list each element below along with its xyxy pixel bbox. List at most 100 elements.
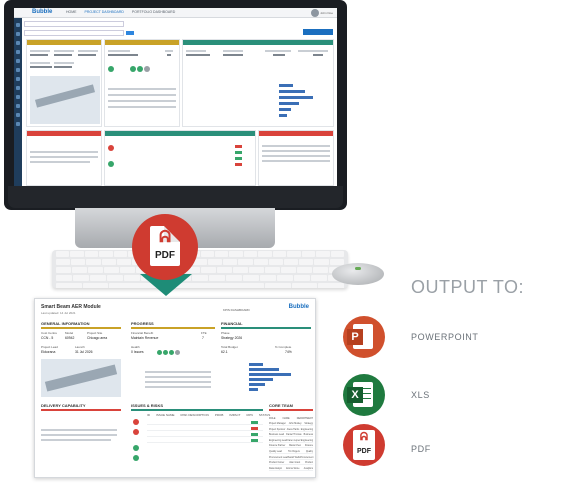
filter-chip[interactable] bbox=[126, 31, 134, 35]
section-team: CORE TEAM bbox=[269, 403, 313, 411]
table-row: Finance Partner Maria Chen Finance bbox=[269, 445, 313, 449]
dashboard-screen: Bubble HOME PROJECT DASHBOARD PORTFOLIO … bbox=[14, 8, 337, 186]
pdf-badge-label: PDF bbox=[155, 250, 175, 261]
financial-bar bbox=[249, 363, 263, 366]
team-cell: Product Owner bbox=[269, 462, 285, 465]
financial-bar bbox=[249, 368, 279, 371]
acrobat-icon: ᕱ bbox=[159, 229, 171, 246]
value-cost-centre: CCN - 5 bbox=[41, 336, 54, 340]
team-cell: Data Analyst bbox=[269, 467, 282, 470]
team-cell: Project Sponsor bbox=[269, 428, 286, 431]
value-total-budget: 62.1 bbox=[221, 350, 228, 354]
output-xls[interactable]: XLS bbox=[411, 390, 430, 400]
value-project-lead: Ekkorana bbox=[41, 350, 56, 354]
health-dot bbox=[169, 350, 174, 355]
report-title: Smart Beam AER Module bbox=[41, 304, 101, 310]
app-logo[interactable]: Bubble bbox=[32, 9, 52, 15]
table-row: Data Analyst Emma Stone Analytics bbox=[269, 468, 313, 471]
table-row: Project Sponsor Alexa Harris Engineering bbox=[269, 429, 313, 432]
section-delivery: DELIVERY CAPABILITY bbox=[41, 403, 121, 411]
app-header: Bubble HOME PROJECT DASHBOARD PORTFOLIO … bbox=[14, 8, 337, 18]
financial-bar bbox=[249, 383, 265, 386]
sidebar-icon[interactable] bbox=[16, 68, 20, 72]
export-button[interactable] bbox=[303, 29, 333, 35]
sidebar-icon[interactable] bbox=[16, 95, 20, 99]
col-rpn: RPN bbox=[246, 413, 253, 417]
team-cell: Engineering Lead bbox=[269, 439, 288, 442]
nav-project-dashboard[interactable]: PROJECT DASHBOARD bbox=[85, 10, 124, 14]
col-name: NAME bbox=[282, 417, 290, 420]
team-cell: Tim Rogers bbox=[287, 451, 300, 453]
sidebar-icon[interactable] bbox=[16, 86, 20, 90]
issues-panel bbox=[104, 130, 256, 186]
general-panel bbox=[26, 39, 102, 127]
app-nav: HOME PROJECT DASHBOARD PORTFOLIO DASHBOA… bbox=[66, 10, 175, 14]
value-model: 60942 bbox=[65, 336, 75, 340]
health-dot bbox=[157, 350, 162, 355]
label-total-budget: Total Budget bbox=[221, 345, 238, 349]
label-pct-complete: % Complete bbox=[275, 345, 292, 349]
table-row: Quality Lead Tim Rogers Quality bbox=[269, 451, 313, 454]
monitor: Bubble HOME PROJECT DASHBOARD PORTFOLIO … bbox=[4, 0, 347, 210]
col-prob: PROB bbox=[214, 413, 224, 417]
team-cell: Emma Stone bbox=[286, 467, 300, 470]
sidebar-icon[interactable] bbox=[16, 59, 20, 63]
team-cell: Sarah Wells bbox=[287, 456, 301, 459]
team-cell: Product bbox=[305, 462, 313, 465]
output-pdf[interactable]: PDF bbox=[411, 444, 431, 454]
output-powerpoint[interactable]: POWERPOINT bbox=[411, 332, 479, 342]
table-row bbox=[147, 426, 263, 431]
label-fte: FTE bbox=[201, 331, 207, 335]
col-role: ROLE bbox=[269, 417, 276, 420]
label-cost-centre: Cost Centre bbox=[41, 331, 58, 335]
keyboard bbox=[52, 250, 348, 288]
col-impact: IMPACT bbox=[229, 413, 241, 417]
delivery-panel bbox=[26, 130, 102, 186]
team-cell: Engineering bbox=[300, 428, 313, 431]
nav-home[interactable]: HOME bbox=[66, 10, 77, 14]
value-project-site: Chicago area bbox=[87, 336, 108, 340]
sidebar-icon[interactable] bbox=[16, 122, 20, 126]
status-badge bbox=[251, 421, 258, 424]
sidebar-icon[interactable] bbox=[16, 104, 20, 108]
label-launch: Launch bbox=[75, 345, 85, 349]
sidebar-icon[interactable] bbox=[16, 41, 20, 45]
team-cell: Karen Lopez bbox=[287, 439, 301, 442]
team-cell: Procurement Lead bbox=[269, 456, 288, 459]
table-row bbox=[147, 438, 263, 443]
project-filter[interactable] bbox=[24, 21, 124, 27]
team-cell: Alan Grant bbox=[289, 462, 301, 465]
monitor-chin bbox=[8, 186, 343, 208]
sidebar-icon[interactable] bbox=[16, 23, 20, 27]
sidebar-icon[interactable] bbox=[16, 113, 20, 117]
sidebar-icon[interactable] bbox=[16, 77, 20, 81]
value-launch: 31 Jul 2026 bbox=[75, 350, 93, 354]
avatar[interactable] bbox=[311, 9, 319, 17]
label-financial-benefit: Financial Benefit bbox=[131, 331, 154, 335]
col-issue-name: ISSUE NAME bbox=[156, 413, 175, 417]
value-fte: 7 bbox=[202, 336, 204, 340]
table-row: Engineering Lead Karen Lopez Engineering bbox=[269, 440, 313, 443]
pdf-output-badge-label: PDF bbox=[357, 448, 371, 455]
powerpoint-letter: P bbox=[347, 329, 363, 345]
sidebar-icon[interactable] bbox=[16, 50, 20, 54]
dashboard-filter[interactable] bbox=[24, 30, 124, 36]
financial-bar bbox=[249, 373, 291, 376]
team-cell: Business Lead bbox=[269, 434, 285, 437]
col-department: DEPARTMENT bbox=[296, 417, 313, 420]
status-badge bbox=[251, 433, 258, 436]
section-issues: ISSUES & RISKS bbox=[131, 403, 263, 411]
team-cell: Analytics bbox=[303, 467, 313, 470]
mouse-led bbox=[355, 267, 361, 270]
output-heading: OUTPUT TO: bbox=[411, 277, 525, 297]
team-cell: Business bbox=[303, 434, 313, 437]
sidebar-icon[interactable] bbox=[16, 32, 20, 36]
team-cell: John Mosley bbox=[288, 423, 302, 425]
exported-report: Smart Beam AER Module Last updated: 14 J… bbox=[34, 298, 316, 478]
section-progress: PROGRESS bbox=[131, 321, 215, 329]
label-phase: Phase bbox=[221, 331, 230, 335]
value-pct-complete: 74% bbox=[285, 350, 292, 354]
table-row: Procurement Lead Sarah Wells Procurement bbox=[269, 457, 313, 460]
col-risk-description: RISK DESCRIPTION bbox=[180, 413, 209, 417]
nav-portfolio-dashboard[interactable]: PORTFOLIO DASHBOARD bbox=[132, 10, 175, 14]
